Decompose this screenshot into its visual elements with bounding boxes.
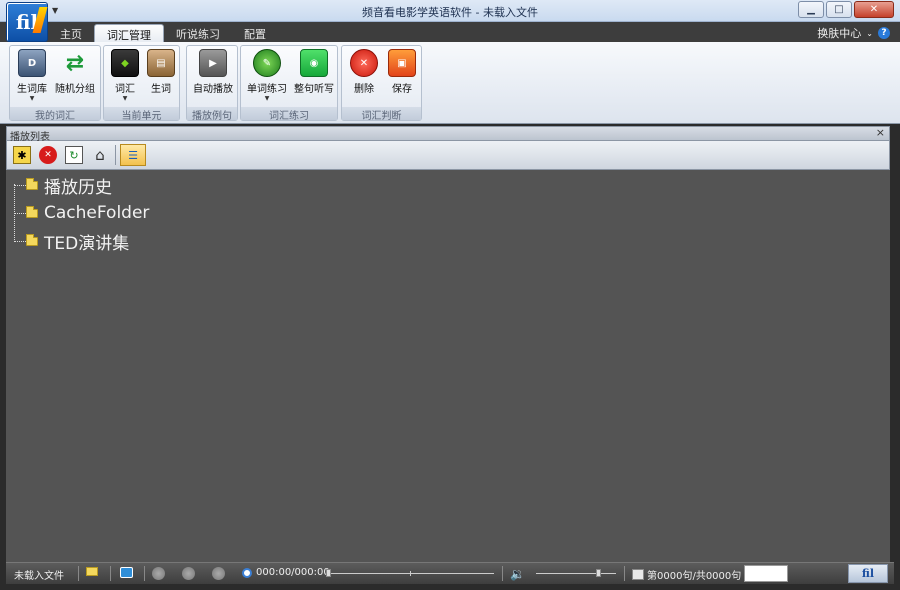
vocab-button[interactable]: ◆ 词汇 ▼ bbox=[108, 49, 142, 107]
vocab-library-button[interactable]: D 生词库 ▼ bbox=[14, 49, 50, 107]
title-bar: fil ▼ 频音看电影学英语软件 - 未载入文件 ▁ □ ✕ bbox=[0, 0, 900, 42]
group-title: 我的词汇 bbox=[10, 107, 100, 122]
prev-sentence-button[interactable] bbox=[152, 567, 165, 580]
save-button[interactable]: ▣ 保存 bbox=[384, 49, 420, 107]
status-bar: 未载入文件 000:00/000:00 🔉 第0000句/共0000句 fil bbox=[6, 562, 894, 584]
auto-play-button[interactable]: ▶ 自动播放 bbox=[189, 49, 237, 107]
play-pause-button[interactable] bbox=[182, 567, 195, 580]
app-logo-icon: fil bbox=[848, 564, 888, 583]
maximize-button[interactable]: □ bbox=[826, 1, 852, 18]
new-word-button[interactable]: ▤ 生词 bbox=[144, 49, 178, 107]
next-sentence-button[interactable] bbox=[212, 567, 225, 580]
save-icon: ▣ bbox=[388, 49, 416, 77]
new-word-icon: ▤ bbox=[147, 49, 175, 77]
playlist-tree: 播放历史 CacheFolder TED演讲集 bbox=[6, 170, 890, 562]
group-vocab-practice: ✎ 单词练习 ▼ ◉ 整句听写 词汇练习 bbox=[240, 45, 338, 122]
clock-icon bbox=[242, 567, 252, 578]
close-icon[interactable]: × bbox=[876, 126, 885, 139]
vocab-icon: ◆ bbox=[111, 49, 139, 77]
shuffle-icon: ⇄ bbox=[65, 50, 85, 76]
new-folder-icon[interactable]: ✱ bbox=[13, 146, 31, 164]
group-current-unit: ◆ 词汇 ▼ ▤ 生词 当前单元 bbox=[103, 45, 180, 122]
delete-icon[interactable]: ✕ bbox=[39, 146, 57, 164]
progress-slider[interactable] bbox=[326, 569, 494, 577]
progress-thumb[interactable] bbox=[326, 569, 331, 577]
word-practice-button[interactable]: ✎ 单词练习 ▼ bbox=[244, 49, 290, 107]
time-display: 000:00/000:00 bbox=[242, 567, 330, 578]
book-icon: D bbox=[18, 49, 46, 77]
sentence-input[interactable] bbox=[744, 565, 788, 582]
sentence-counter: 第0000句/共0000句 bbox=[632, 567, 741, 582]
home-icon[interactable]: ⌂ bbox=[91, 146, 109, 164]
group-title: 词汇练习 bbox=[241, 107, 337, 122]
dictation-button[interactable]: ◉ 整句听写 bbox=[291, 49, 337, 107]
dropdown-arrow-icon: ▼ bbox=[122, 95, 128, 102]
tab-listening-practice[interactable]: 听说练习 bbox=[164, 24, 232, 42]
tab-vocabulary-management[interactable]: 词汇管理 bbox=[94, 24, 164, 42]
folder-icon bbox=[26, 233, 38, 246]
dictation-icon: ◉ bbox=[300, 49, 328, 77]
dropdown-arrow-icon: ▼ bbox=[29, 95, 35, 102]
delete-icon: ✕ bbox=[350, 49, 378, 77]
help-icon[interactable]: ? bbox=[878, 27, 890, 39]
group-title: 词汇判断 bbox=[342, 107, 421, 122]
close-button[interactable]: ✕ bbox=[854, 1, 894, 18]
random-group-button[interactable]: ⇄ 随机分组 bbox=[52, 49, 98, 107]
group-title: 播放例句 bbox=[187, 107, 237, 122]
tree-item-ted-talks[interactable]: TED演讲集 bbox=[14, 228, 129, 254]
minimize-button[interactable]: ▁ bbox=[798, 1, 824, 18]
file-status: 未载入文件 bbox=[14, 571, 64, 582]
list-view-icon[interactable]: ☰ bbox=[120, 144, 146, 166]
tree-item-cache-folder[interactable]: CacheFolder bbox=[14, 200, 149, 226]
tab-home[interactable]: 主页 bbox=[48, 24, 94, 42]
playlist-panel-header: 播放列表 × bbox=[6, 126, 890, 143]
tree-item-play-history[interactable]: 播放历史 bbox=[14, 172, 112, 198]
skin-center-menu[interactable]: 换肤中心 ⌄ ? bbox=[817, 25, 890, 41]
word-practice-icon: ✎ bbox=[253, 49, 281, 77]
play-icon: ▶ bbox=[199, 49, 227, 77]
dropdown-arrow-icon: ▼ bbox=[264, 95, 270, 102]
volume-thumb[interactable] bbox=[596, 569, 601, 577]
ribbon-tab-bar: 主页 词汇管理 听说练习 配置 换肤中心 ⌄ ? bbox=[0, 22, 900, 42]
app-logo-icon[interactable]: fil bbox=[6, 2, 48, 42]
folder-icon bbox=[26, 177, 38, 190]
delete-button[interactable]: ✕ 删除 bbox=[346, 49, 382, 107]
volume-icon[interactable]: 🔉 bbox=[510, 567, 525, 581]
tab-settings[interactable]: 配置 bbox=[232, 24, 278, 42]
group-title: 当前单元 bbox=[104, 107, 179, 122]
chevron-down-icon[interactable]: ⌄ bbox=[866, 29, 873, 38]
volume-slider[interactable] bbox=[536, 569, 616, 577]
playlist-toolbar: ✱ ✕ ↻ ⌂ ☰ bbox=[6, 141, 890, 170]
group-my-vocabulary: D 生词库 ▼ ⇄ 随机分组 我的词汇 bbox=[9, 45, 101, 122]
subtitle-icon[interactable] bbox=[120, 567, 133, 578]
sentence-icon bbox=[632, 569, 644, 580]
group-play-examples: ▶ 自动播放 播放例句 bbox=[186, 45, 238, 122]
group-vocab-judge: ✕ 删除 ▣ 保存 词汇判断 bbox=[341, 45, 422, 122]
refresh-icon[interactable]: ↻ bbox=[65, 146, 83, 164]
folder-icon bbox=[26, 205, 38, 218]
open-folder-icon[interactable] bbox=[86, 567, 98, 576]
skin-center-label[interactable]: 换肤中心 bbox=[817, 25, 861, 41]
window-title: 频音看电影学英语软件 - 未载入文件 bbox=[362, 6, 538, 19]
ribbon-panel: D 生词库 ▼ ⇄ 随机分组 我的词汇 ◆ 词汇 ▼ ▤ 生词 当前单元 ▶ 自… bbox=[0, 42, 900, 124]
